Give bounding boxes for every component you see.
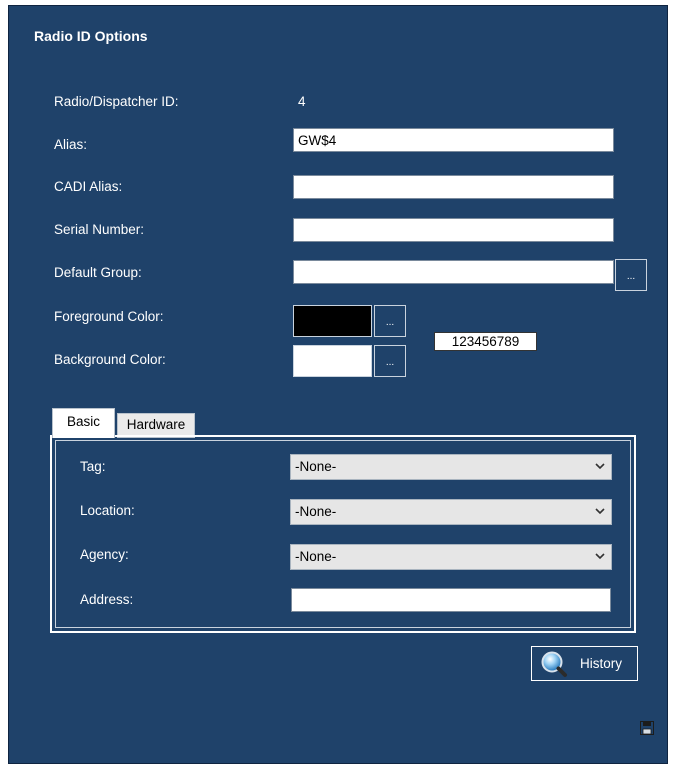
history-button-label: History — [580, 656, 623, 671]
agency-select-value: -None- — [295, 549, 337, 564]
chevron-down-icon — [595, 549, 605, 566]
alias-input[interactable] — [293, 128, 614, 152]
radio-id-options-panel: Radio ID Options Radio/Dispatcher ID: 4 … — [8, 5, 668, 764]
chevron-down-icon — [595, 459, 605, 476]
radio-id-label: Radio/Dispatcher ID: — [54, 94, 179, 109]
background-color-button[interactable]: ... — [374, 345, 406, 377]
chevron-down-icon — [595, 504, 605, 521]
tag-select[interactable]: -None- — [290, 454, 612, 480]
background-color-label: Background Color: — [54, 352, 166, 367]
agency-select[interactable]: -None- — [290, 544, 612, 570]
serial-number-input[interactable] — [293, 218, 614, 242]
tag-select-value: -None- — [295, 459, 337, 474]
foreground-color-swatch — [293, 305, 372, 337]
address-label: Address: — [80, 592, 134, 607]
cadi-alias-input[interactable] — [293, 175, 614, 199]
default-group-input[interactable] — [293, 260, 614, 284]
foreground-color-button[interactable]: ... — [374, 305, 406, 337]
radio-id-value: 4 — [298, 94, 306, 109]
agency-label: Agency: — [80, 547, 129, 562]
address-input[interactable] — [291, 588, 611, 612]
panel-title: Radio ID Options — [34, 28, 148, 44]
alias-label: Alias: — [54, 137, 88, 152]
color-preview-text: 123456789 — [434, 332, 537, 351]
magnifier-icon — [540, 650, 568, 678]
save-icon[interactable] — [640, 721, 654, 735]
background-color-swatch — [293, 345, 372, 377]
default-group-browse-button[interactable]: ... — [615, 259, 647, 291]
location-label: Location: — [80, 503, 135, 518]
location-select[interactable]: -None- — [290, 499, 612, 525]
location-select-value: -None- — [295, 504, 337, 519]
tab-basic[interactable]: Basic — [52, 408, 115, 438]
tag-label: Tag: — [80, 459, 106, 474]
history-button[interactable]: History — [531, 646, 638, 681]
foreground-color-label: Foreground Color: — [54, 309, 164, 324]
serial-number-label: Serial Number: — [54, 222, 145, 237]
default-group-label: Default Group: — [54, 265, 142, 280]
cadi-alias-label: CADI Alias: — [54, 179, 123, 194]
